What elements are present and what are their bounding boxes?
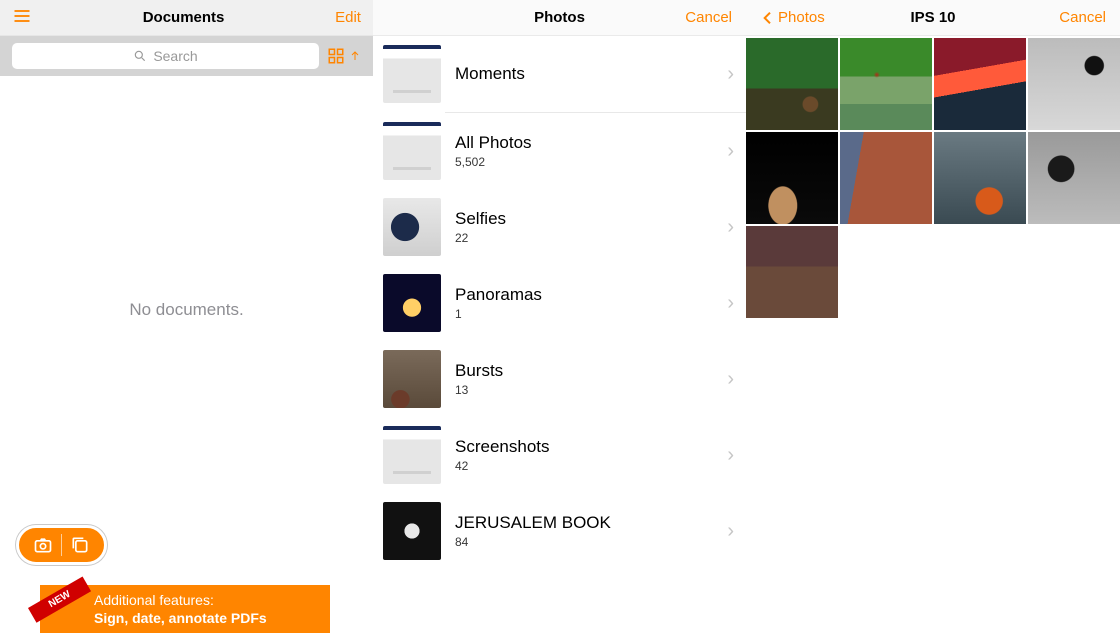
album-name: Panoramas [455, 285, 713, 305]
album-panoramas[interactable]: Panoramas 1 › [373, 265, 746, 341]
photo-thumb[interactable] [840, 132, 932, 224]
sort-icon [349, 47, 361, 65]
photos-pane: Photos Cancel Moments › All Photos 5,502… [373, 0, 746, 633]
album-count: 42 [455, 459, 713, 473]
album-thumb [383, 502, 441, 560]
photo-thumb[interactable] [1028, 38, 1120, 130]
search-input[interactable]: Search [12, 43, 319, 69]
chevron-right-icon: › [727, 140, 734, 163]
album-thumb [383, 198, 441, 256]
chevron-right-icon: › [727, 63, 734, 86]
chevron-right-icon: › [727, 520, 734, 543]
photo-thumb[interactable] [934, 132, 1026, 224]
album-list: Moments › All Photos 5,502 › Selfies 22 … [373, 36, 746, 569]
cancel-button[interactable]: Cancel [1059, 9, 1106, 26]
empty-state: No documents. [0, 300, 373, 320]
searchbar: Search [0, 36, 373, 76]
edit-button[interactable]: Edit [335, 9, 361, 26]
banner-line1: Additional features: [94, 591, 320, 609]
photo-thumb[interactable] [934, 38, 1026, 130]
album-name: Moments [455, 64, 713, 84]
chevron-right-icon: › [727, 216, 734, 239]
album-count: 1 [455, 307, 713, 321]
grid-icon [327, 47, 345, 65]
album-text: Moments [455, 64, 713, 84]
album-all-photos[interactable]: All Photos 5,502 › [373, 113, 746, 189]
photos-header: Photos Cancel [373, 0, 746, 36]
menu-icon[interactable] [12, 6, 32, 30]
album-name: Bursts [455, 361, 713, 381]
cancel-button[interactable]: Cancel [685, 9, 732, 26]
album-name: Selfies [455, 209, 713, 229]
album-name: All Photos [455, 133, 713, 153]
photo-thumb[interactable] [746, 226, 838, 318]
photo-thumb[interactable] [840, 38, 932, 130]
new-ribbon: NEW [28, 576, 91, 622]
album-count: 84 [455, 535, 713, 549]
photo-grid [746, 36, 1120, 318]
search-placeholder: Search [153, 48, 197, 64]
album-count: 22 [455, 231, 713, 245]
album-thumb [383, 122, 441, 180]
photo-thumb[interactable] [746, 38, 838, 130]
camera-icon [33, 535, 53, 555]
album-thumb [383, 426, 441, 484]
documents-header: Documents Edit [0, 0, 373, 36]
album-count: 13 [455, 383, 713, 397]
chevron-right-icon: › [727, 292, 734, 315]
album-jerusalem-book[interactable]: JERUSALEM BOOK 84 › [373, 493, 746, 569]
promo-banner[interactable]: NEW Additional features: Sign, date, ann… [40, 585, 330, 633]
album-name: JERUSALEM BOOK [455, 513, 713, 533]
chevron-left-icon [760, 10, 776, 26]
album-thumb [383, 45, 441, 103]
album-moments[interactable]: Moments › [373, 36, 746, 112]
album-screenshots[interactable]: Screenshots 42 › [373, 417, 746, 493]
album-count: 5,502 [455, 155, 713, 169]
album-detail-pane: Photos IPS 10 Cancel [746, 0, 1120, 633]
album-name: Screenshots [455, 437, 713, 457]
album-header: Photos IPS 10 Cancel [746, 0, 1120, 36]
album-thumb [383, 350, 441, 408]
documents-pane: Documents Edit Search No documents. [0, 0, 373, 633]
back-label: Photos [778, 9, 825, 26]
sort-controls[interactable] [327, 47, 361, 65]
album-bursts[interactable]: Bursts 13 › [373, 341, 746, 417]
photo-thumb[interactable] [1028, 132, 1120, 224]
album-thumb [383, 274, 441, 332]
photo-thumb[interactable] [746, 132, 838, 224]
fab-separator [61, 534, 62, 556]
search-icon [133, 49, 147, 63]
back-button[interactable]: Photos [760, 9, 825, 26]
banner-line2: Sign, date, annotate PDFs [94, 609, 320, 627]
album-selfies[interactable]: Selfies 22 › [373, 189, 746, 265]
capture-fab[interactable] [16, 525, 107, 565]
gallery-icon [70, 535, 90, 555]
documents-title: Documents [143, 9, 225, 26]
chevron-right-icon: › [727, 368, 734, 391]
chevron-right-icon: › [727, 444, 734, 467]
